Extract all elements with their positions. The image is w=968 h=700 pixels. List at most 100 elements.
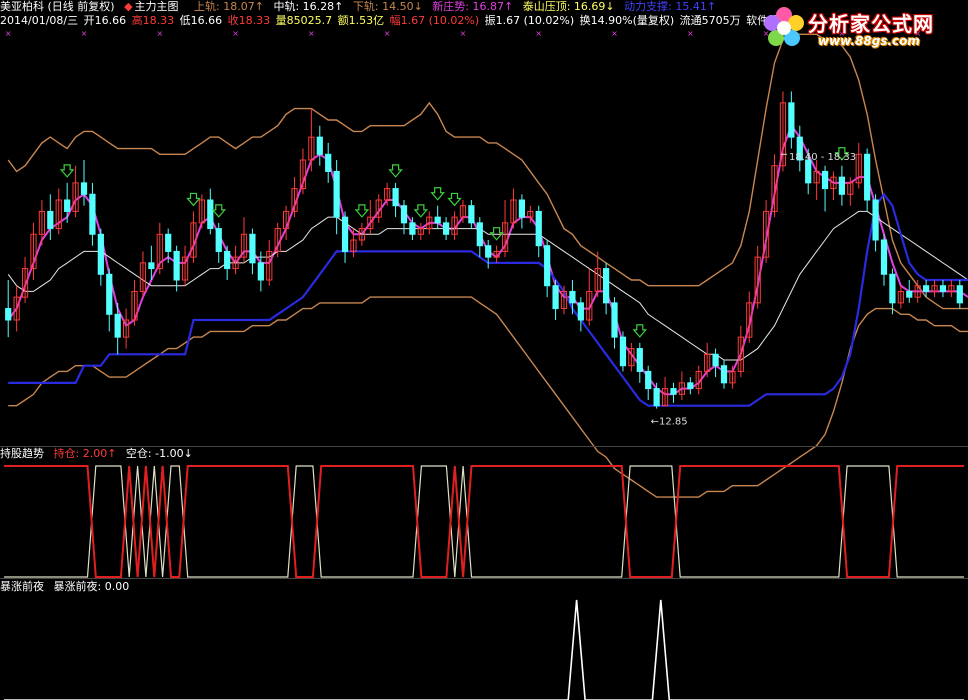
- logo-url[interactable]: www.88gs.com: [818, 34, 920, 48]
- signal-tick: ×: [535, 29, 542, 38]
- stock-title[interactable]: 美亚柏科 (日线 前复权): [0, 0, 115, 13]
- candle-body: [687, 382, 694, 390]
- candle-body: [114, 313, 121, 338]
- quote-change: 幅1.67 (10.02%): [389, 14, 480, 27]
- signal-tick: ×: [81, 29, 88, 38]
- candle-body: [106, 273, 113, 315]
- candle-body: [485, 245, 492, 258]
- candle-body: [906, 290, 913, 298]
- support-value: 动力支撑: 15.41↑: [624, 0, 717, 13]
- candle-body: [889, 273, 896, 304]
- quote-date: 2014/01/08/三: [0, 14, 79, 27]
- candle-body: [670, 388, 677, 395]
- quote-amplitude: 振1.67 (10.02%): [484, 14, 575, 27]
- quote-volume: 量85025.7: [275, 14, 333, 27]
- candle-body: [333, 170, 340, 218]
- candle-body: [805, 159, 812, 184]
- series-line-MA: [7, 210, 968, 361]
- trend-panel-title[interactable]: 持股趋势: [0, 447, 44, 460]
- logo-title: 分析家公式网: [808, 12, 934, 36]
- surge-panel-title[interactable]: 暴涨前夜: [0, 580, 44, 593]
- panel-divider: [0, 578, 968, 579]
- hold-value: 持仓: 2.00↑: [53, 447, 117, 460]
- signal-tick: ×: [460, 29, 467, 38]
- flower-logo-icon: [764, 7, 804, 46]
- series-line-支撑: [8, 192, 968, 407]
- surge-panel-header: 暴涨前夜 暴涨前夜: 0.00: [0, 580, 135, 594]
- quote-high: 高18.33: [131, 14, 175, 27]
- signal-tick: ×: [611, 29, 618, 38]
- lower-rail-value: 下轨: 14.50↓: [352, 0, 423, 13]
- main-indicator-label[interactable]: ◆ 主力主图: [124, 0, 184, 13]
- quote-turnover: 换14.90%(量复权): [579, 14, 675, 27]
- trend-line-持仓: [4, 465, 964, 578]
- candle-body: [569, 290, 576, 304]
- site-logo: 分析家公式网 www.88gs.com: [762, 4, 962, 50]
- down-arrow-icon: [447, 192, 462, 207]
- quote-open: 开16.66: [83, 14, 127, 27]
- signal-tick: ×: [308, 29, 315, 38]
- candle-body: [821, 170, 829, 190]
- candle-body: [249, 233, 256, 264]
- candle-body: [720, 365, 728, 384]
- down-arrow-icon: [186, 192, 201, 207]
- candle-body: [872, 199, 879, 241]
- mid-rail-value: 中轨: 16.28↑: [273, 0, 344, 13]
- candle-body: [64, 199, 71, 212]
- candle-body: [215, 228, 222, 252]
- candle-body: [653, 388, 660, 407]
- candle-body: [544, 245, 551, 287]
- down-arrow-icon: [489, 227, 504, 241]
- down-arrow-icon: [632, 324, 648, 338]
- candle-body: [712, 353, 719, 367]
- candle-body: [409, 222, 416, 235]
- down-arrow-icon: [413, 204, 429, 218]
- candle-body: [224, 250, 231, 270]
- down-arrow-icon: [211, 204, 227, 218]
- chart-canvas: × × × × × × × × × × × × ×18.40 - 18.33←12.85: [4, 29, 968, 700]
- new-trend-value: 新庄势: 16.87↑: [432, 0, 514, 13]
- candle-body: [392, 188, 399, 207]
- signal-tick: ×: [232, 29, 239, 38]
- down-arrow-icon: [59, 164, 75, 178]
- candle-body: [645, 370, 652, 390]
- surge-value: 暴涨前夜: 0.00: [53, 580, 130, 593]
- candle-body: [602, 268, 610, 304]
- trend-panel-header: 持股趋势 持仓: 2.00↑ 空仓: -1.00↓: [0, 447, 199, 461]
- candle-body: [535, 210, 542, 247]
- candle-body: [552, 285, 559, 310]
- down-arrow-icon: [388, 164, 403, 178]
- candle-body: [148, 262, 155, 270]
- high-price-label: 18.40 - 18.33: [789, 152, 856, 163]
- quote-amount: 额1.53亿: [337, 14, 385, 27]
- candle-body: [476, 222, 483, 247]
- series-line-下轨: [8, 296, 968, 498]
- quote-low: 低16.66: [179, 14, 223, 27]
- main-price-panel: × × × × × × × × × × × × ×18.40 - 18.33←12.85: [5, 29, 968, 498]
- surge-signal-line: [4, 599, 964, 700]
- quote-header: 2014/01/08/三 开16.66 高18.33 低16.66 收18.33…: [0, 14, 796, 28]
- candle-body: [165, 233, 172, 252]
- upper-rail-value: 上轨: 18.07↑: [194, 0, 264, 13]
- signal-tick: ×: [384, 29, 391, 38]
- candle-body: [207, 199, 214, 230]
- candle-body: [956, 285, 963, 304]
- up-arrow-icon: ◆: [124, 0, 133, 13]
- candle-body: [611, 302, 618, 338]
- down-arrow-icon: [430, 187, 445, 201]
- candle-body: [442, 222, 450, 235]
- candle-body: [400, 205, 408, 224]
- candle-body: [341, 216, 349, 252]
- candle-body: [257, 262, 264, 281]
- signal-tick: ×: [5, 29, 12, 38]
- candle-body: [97, 233, 104, 275]
- candle-body: [939, 285, 947, 292]
- taishan-value: 泰山压顶: 16.69↓: [522, 0, 615, 13]
- candle-body: [788, 102, 795, 138]
- surge-eve-panel: [4, 599, 964, 700]
- candle-body: [316, 136, 323, 155]
- holding-trend-panel: [4, 465, 964, 578]
- candle-body: [636, 348, 643, 372]
- indicator-header: 美亚柏科 (日线 前复权) ◆ 主力主图 上轨: 18.07↑ 中轨: 16.28…: [0, 0, 722, 14]
- quote-float: 流通5705万: [679, 14, 741, 27]
